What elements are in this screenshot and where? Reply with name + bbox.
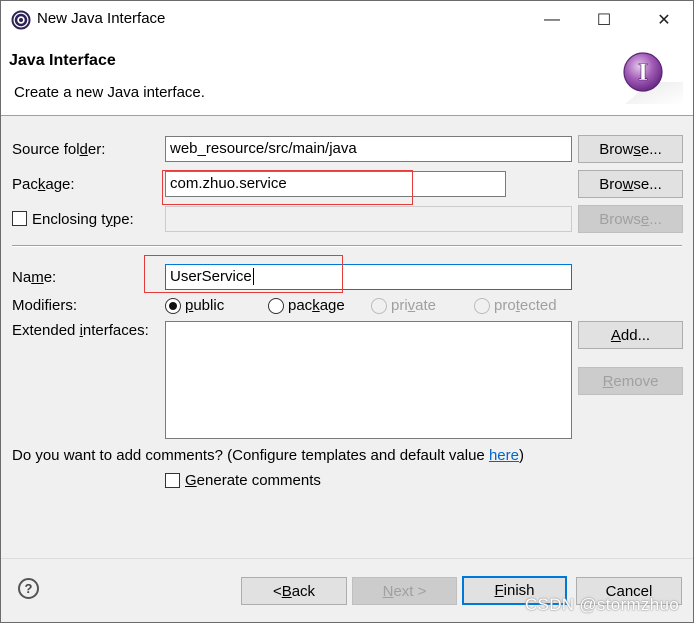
maximize-button[interactable]: ☐ <box>581 1 627 38</box>
package-browse-button[interactable]: Bro w se... <box>578 170 683 198</box>
maximize-icon: ☐ <box>596 11 612 29</box>
modifier-public-radio[interactable] <box>165 298 181 314</box>
modifier-public-label: public <box>185 297 225 314</box>
generate-comments-label: Generate comments <box>185 472 321 489</box>
extended-interfaces-list[interactable] <box>165 321 572 439</box>
enclosing-type-label: Enclosing type: <box>32 211 134 228</box>
source-folder-label: Source folder: <box>12 141 106 158</box>
enclosing-type-input[interactable] <box>165 206 572 232</box>
modifier-package-label: package <box>288 297 345 314</box>
source-folder-input[interactable]: web_resource/src/main/java <box>165 136 572 162</box>
enclosing-type-browse-button[interactable]: Brows e... <box>578 205 683 233</box>
next-button[interactable]: Next > <box>352 577 457 605</box>
wizard-banner: Java Interface Create a new Java interfa… <box>1 38 693 116</box>
close-icon: ✕ <box>657 11 671 29</box>
minimize-button[interactable]: — <box>529 1 575 38</box>
package-label: Package: <box>12 176 75 193</box>
remove-interface-button[interactable]: Remove <box>578 367 683 395</box>
modifier-protected-label: protected <box>494 297 557 314</box>
interface-wizard-icon: I <box>623 52 683 104</box>
new-java-interface-dialog: New Java Interface — ☐ ✕ Java Interface … <box>0 0 694 623</box>
modifier-private-label: private <box>391 297 437 314</box>
package-input[interactable]: com.zhuo.service <box>165 171 506 197</box>
page-title: Java Interface <box>9 52 116 69</box>
title-bar: New Java Interface — ☐ ✕ <box>1 1 693 38</box>
generate-comments-checkbox[interactable] <box>165 473 180 488</box>
section-separator <box>12 245 682 247</box>
configure-templates-link[interactable]: here <box>489 447 519 464</box>
minimize-icon: — <box>544 10 560 28</box>
help-icon[interactable]: ? <box>18 578 39 599</box>
name-label: Name: <box>12 269 57 286</box>
window-title: New Java Interface <box>37 10 166 27</box>
back-button[interactable]: < Back <box>241 577 347 605</box>
interface-letter: I <box>638 60 648 86</box>
modifiers-label: Modifiers: <box>12 297 78 314</box>
source-folder-browse-button[interactable]: Brow s e... <box>578 135 683 163</box>
name-input[interactable]: UserService <box>165 264 572 290</box>
footer-separator <box>1 558 693 559</box>
comments-question: Do you want to add comments? (Configure … <box>12 447 524 464</box>
enclosing-type-checkbox[interactable] <box>12 211 27 226</box>
page-description: Create a new Java interface. <box>14 84 205 101</box>
close-button[interactable]: ✕ <box>641 1 687 38</box>
csdn-watermark: CSDN @stormzhuo <box>524 595 679 614</box>
modifier-package-radio[interactable] <box>268 298 284 314</box>
modifier-protected-radio[interactable] <box>474 298 490 314</box>
extended-interfaces-label: Extended interfaces: <box>12 322 149 339</box>
modifier-private-radio[interactable] <box>371 298 387 314</box>
eclipse-app-icon <box>11 10 31 30</box>
add-interface-button[interactable]: Add... <box>578 321 683 349</box>
